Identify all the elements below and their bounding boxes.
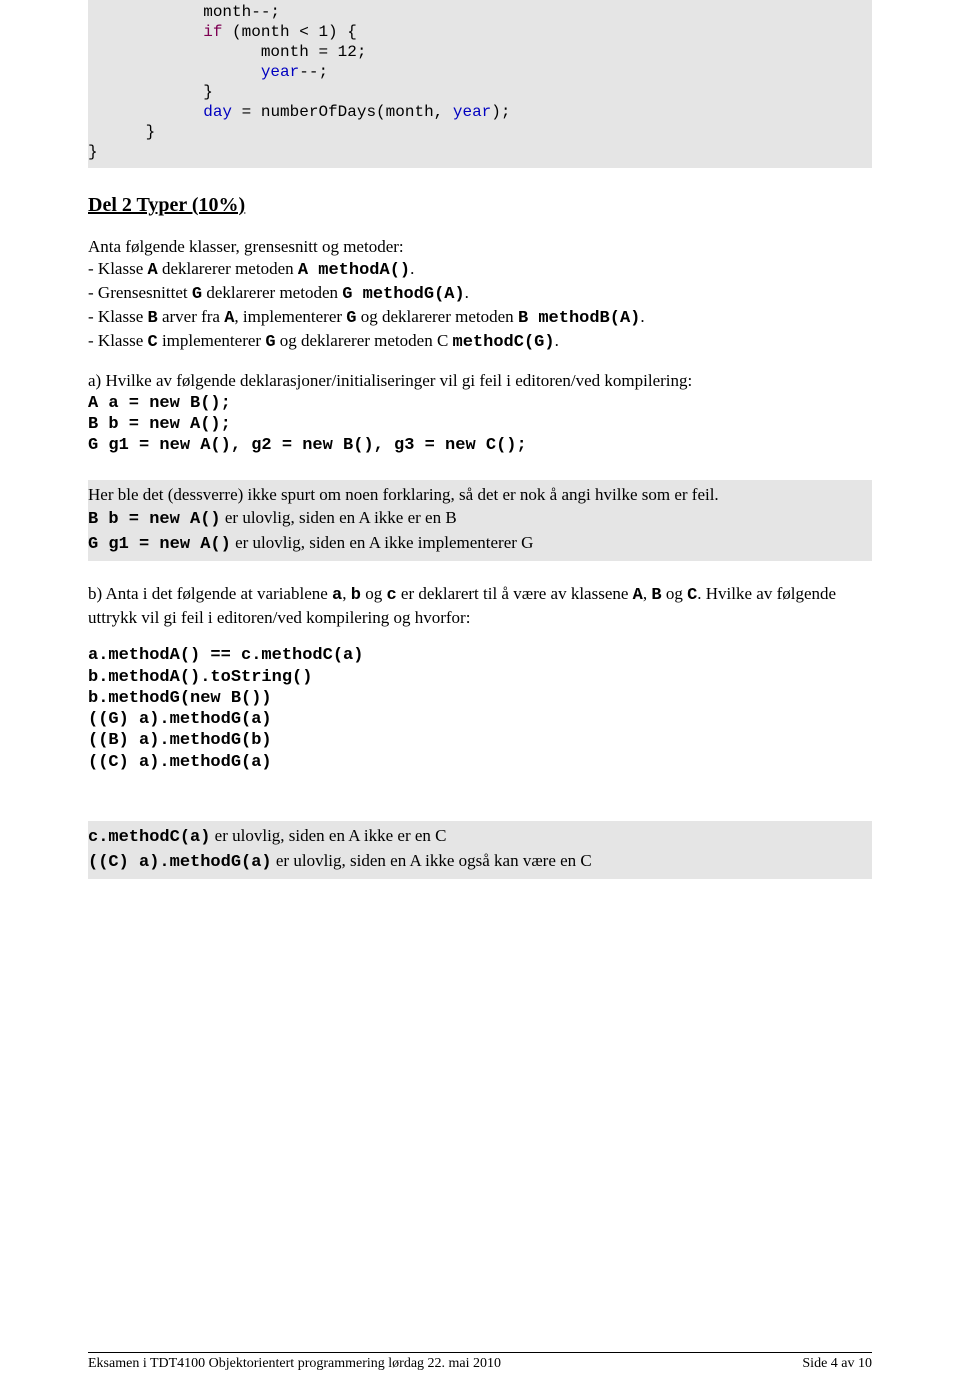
question-a-text: a) Hvilke av følgende deklarasjoner/init…: [88, 370, 872, 392]
page: month--; if (month < 1) { month = 12; ye…: [0, 0, 960, 1399]
answer-a-block: Her ble det (dessverre) ikke spurt om no…: [88, 480, 872, 561]
code-block-1: month--; if (month < 1) { month = 12; ye…: [88, 0, 872, 168]
question-a-code: A a = new B(); B b = new A(); G g1 = new…: [88, 393, 872, 457]
answer-b-block: c.methodC(a) er ulovlig, siden en A ikke…: [88, 821, 872, 879]
section-heading: Del 2 Typer (10%): [88, 192, 872, 218]
footer-right: Side 4 av 10: [802, 1355, 872, 1373]
intro-sentence: Anta følgende klasser, grensesnitt og me…: [88, 236, 872, 258]
answer-b-code2: ((C) a).methodG(a): [88, 853, 272, 872]
answer-b-code1: c.methodC(a): [88, 828, 210, 847]
question-b-text: b) Anta i det følgende at variablene a, …: [88, 583, 872, 629]
question-b-code: a.methodA() == c.methodC(a) b.methodA().…: [88, 645, 872, 773]
answer-a-code1: B b = new A(): [88, 510, 221, 529]
page-footer: Eksamen i TDT4100 Objektorientert progra…: [88, 1352, 872, 1373]
footer-left: Eksamen i TDT4100 Objektorientert progra…: [88, 1355, 501, 1373]
answer-a-code2: G g1 = new A(): [88, 535, 231, 554]
answer-a-line1: Her ble det (dessverre) ikke spurt om no…: [88, 485, 719, 504]
class-list: - Klasse A deklarerer metoden A methodA(…: [88, 258, 872, 354]
